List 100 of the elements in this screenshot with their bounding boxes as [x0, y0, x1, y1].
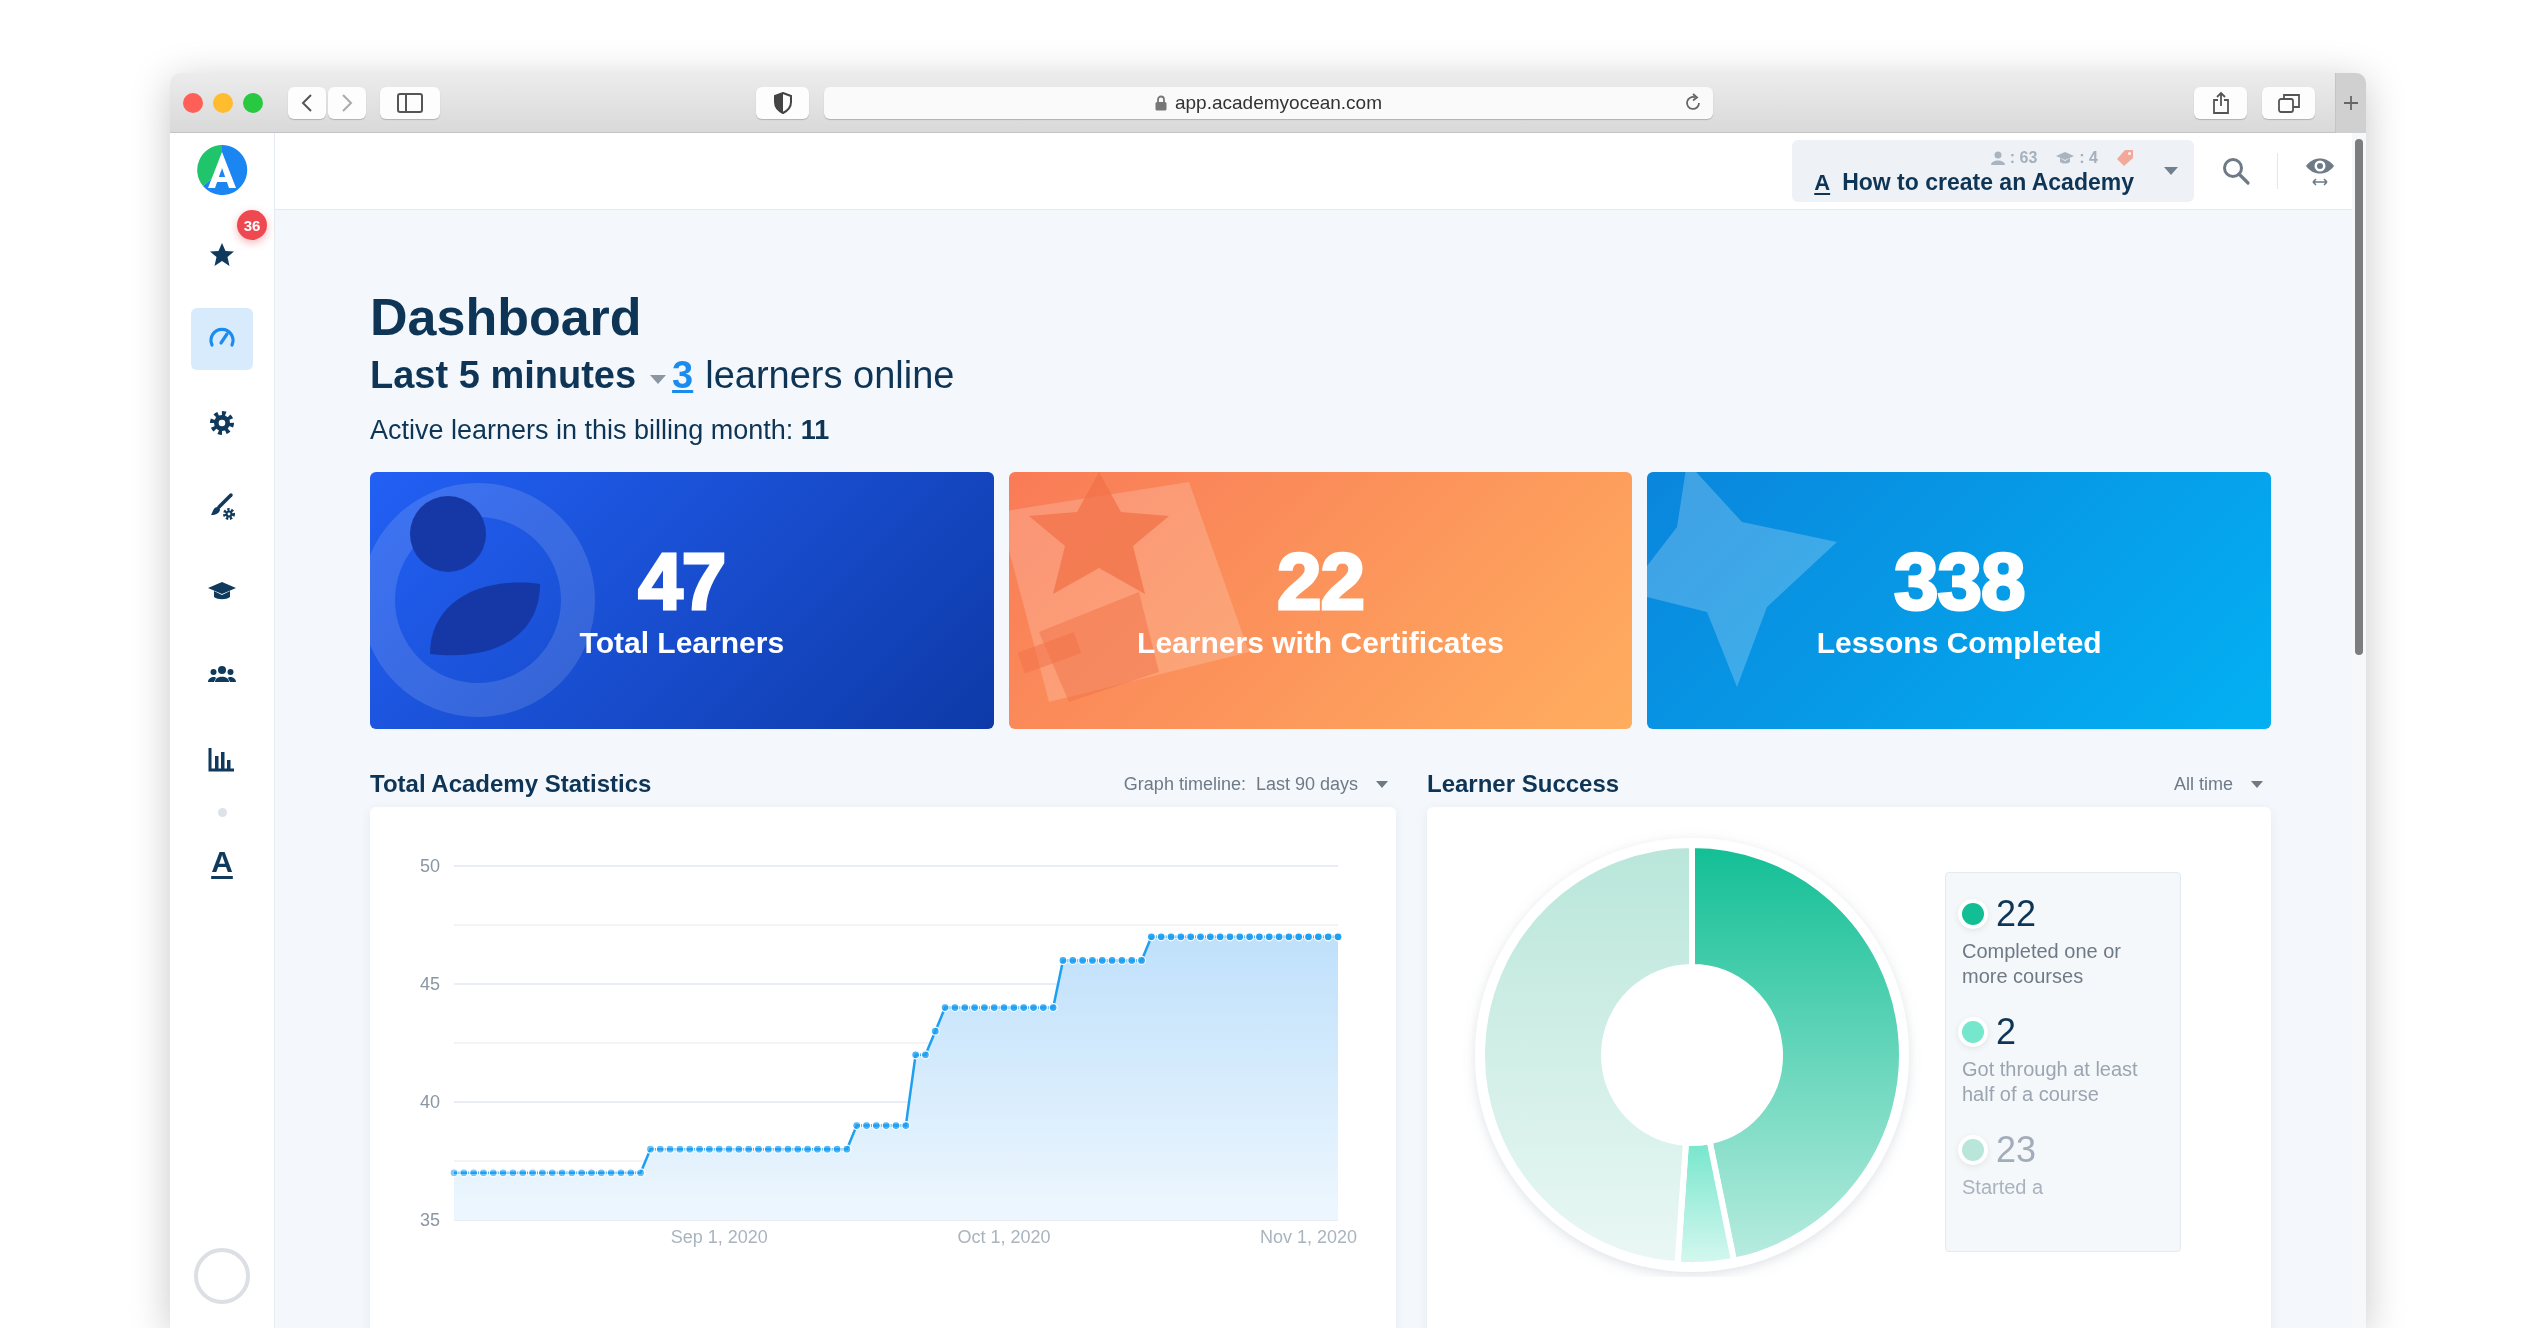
- legend-label: Completed one or more courses: [1962, 939, 2122, 990]
- caret-icon: [650, 375, 667, 385]
- tag-icon: [2116, 148, 2134, 167]
- caret-icon: [2251, 780, 2263, 788]
- data-point: [832, 1144, 842, 1154]
- data-point: [871, 1121, 881, 1131]
- x-axis-label: Oct 1, 2020: [957, 1227, 1051, 1248]
- period-dropdown[interactable]: All time: [2174, 773, 2271, 795]
- sidebar-academy-item[interactable]: A: [191, 831, 253, 893]
- legend-value: 2: [1996, 1011, 2017, 1054]
- back-button[interactable]: [288, 86, 326, 119]
- reload-icon[interactable]: [1683, 92, 1703, 113]
- share-button[interactable]: [2194, 86, 2247, 119]
- address-bar[interactable]: app.academyocean.com: [824, 86, 1713, 119]
- data-point: [449, 1168, 459, 1178]
- data-point: [1166, 932, 1176, 942]
- data-point: [1225, 932, 1235, 942]
- data-point: [1087, 956, 1098, 966]
- data-point: [616, 1168, 626, 1178]
- data-point: [979, 1003, 989, 1013]
- sidebar-gauge-item[interactable]: [191, 308, 253, 370]
- loading-ring: [194, 1248, 250, 1304]
- data-point: [950, 1003, 960, 1013]
- sidebar-icon: [397, 92, 423, 113]
- data-point: [1284, 932, 1294, 942]
- learner-count: : 63: [2009, 148, 2038, 167]
- data-point: [1186, 932, 1196, 942]
- data-point: [1117, 956, 1127, 966]
- stat-value: 338: [1893, 541, 2025, 622]
- sidebar-toggle-button[interactable]: [380, 86, 440, 119]
- academy-title: How to create an Academy: [1842, 168, 2134, 196]
- data-point: [714, 1144, 724, 1154]
- separator-dot: [217, 808, 227, 817]
- graduation-cap-icon: [2055, 149, 2076, 166]
- course-count: : 4: [2079, 148, 2098, 167]
- data-point: [518, 1168, 528, 1178]
- data-point: [999, 1003, 1009, 1013]
- privacy-shield-button[interactable]: [756, 86, 809, 119]
- chevron-right-icon: [341, 93, 353, 112]
- search-icon[interactable]: [2221, 156, 2251, 186]
- academy-selector[interactable]: : 63 : 4 A How to create an Academy: [1792, 140, 2194, 202]
- data-point: [1146, 932, 1156, 942]
- data-point: [1254, 932, 1264, 942]
- x-axis-label: Sep 1, 2020: [670, 1227, 768, 1248]
- data-point: [1136, 956, 1147, 966]
- data-point: [724, 1144, 734, 1154]
- stat-label: Learners with Certificates: [1137, 625, 1504, 660]
- data-point: [1048, 1003, 1058, 1013]
- data-point: [1274, 932, 1284, 942]
- data-point: [1009, 1003, 1019, 1013]
- data-point: [1303, 932, 1314, 942]
- tabs-icon: [2277, 92, 2300, 113]
- period-dropdown[interactable]: Last 5 minutes: [370, 354, 673, 398]
- data-point: [1195, 932, 1206, 942]
- data-point: [645, 1144, 656, 1154]
- preview-eye-icon[interactable]: [2304, 156, 2336, 186]
- data-point: [557, 1168, 567, 1178]
- new-tab-button[interactable]: [2335, 73, 2366, 133]
- caret-icon: [1376, 780, 1388, 788]
- tabs-button[interactable]: [2262, 86, 2315, 119]
- data-point: [822, 1144, 832, 1154]
- data-point: [1264, 932, 1274, 942]
- y-axis-label: 50: [419, 856, 440, 877]
- data-point: [783, 1144, 793, 1154]
- person-icon: [1989, 149, 2006, 166]
- lock-icon: [1155, 94, 1167, 111]
- data-point: [596, 1168, 606, 1178]
- data-point: [852, 1121, 862, 1131]
- legend-label: Got through at least half of a course: [1962, 1057, 2139, 1108]
- legend-value: 22: [1996, 893, 2037, 936]
- x-axis-label: Nov 1, 2020: [1260, 1227, 1358, 1248]
- stat-label: Lessons Completed: [1816, 625, 2102, 660]
- data-point: [803, 1144, 813, 1154]
- y-axis-label: 45: [419, 974, 440, 995]
- shield-icon: [773, 91, 792, 114]
- data-point: [734, 1144, 744, 1154]
- data-point: [891, 1121, 901, 1131]
- data-point: [1097, 956, 1107, 966]
- data-point: [753, 1144, 764, 1154]
- data-point: [901, 1121, 911, 1131]
- data-point: [694, 1144, 705, 1154]
- data-point: [1235, 932, 1245, 942]
- legend-label: Started a: [1962, 1175, 2045, 1201]
- data-point: [881, 1121, 891, 1131]
- logo-icon: [196, 144, 248, 196]
- data-point: [459, 1168, 469, 1178]
- data-point: [960, 1003, 970, 1013]
- data-point: [508, 1168, 518, 1178]
- data-point: [1058, 956, 1068, 966]
- data-point: [1313, 932, 1323, 942]
- data-point: [498, 1168, 508, 1178]
- data-point: [547, 1168, 557, 1178]
- data-point: [1323, 932, 1333, 942]
- scrollbar-thumb[interactable]: [2355, 139, 2363, 655]
- timeline-dropdown[interactable]: Last 90 days: [1255, 773, 1396, 795]
- data-point: [812, 1144, 822, 1154]
- data-point: [970, 1003, 980, 1013]
- data-point: [793, 1144, 803, 1154]
- data-point: [989, 1003, 999, 1013]
- data-point: [1205, 932, 1215, 942]
